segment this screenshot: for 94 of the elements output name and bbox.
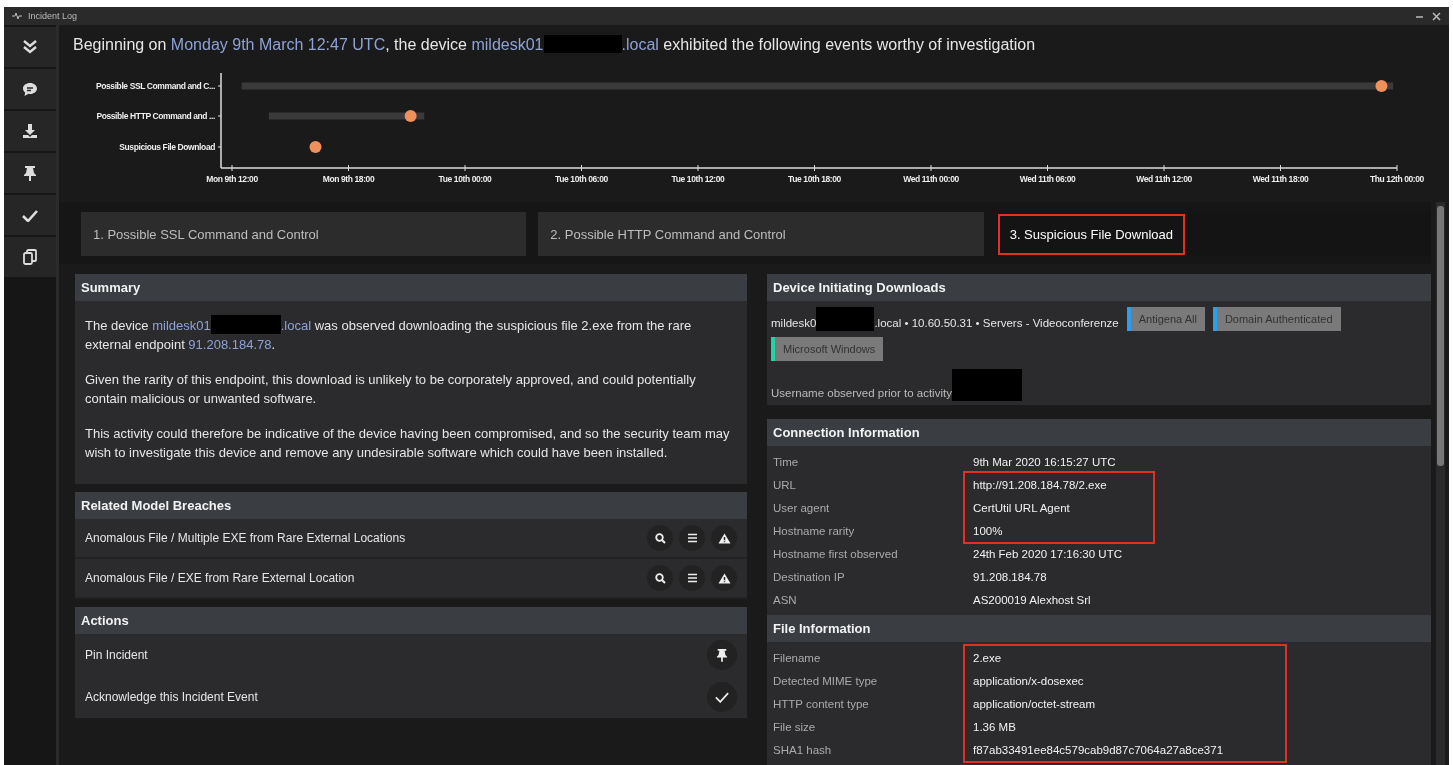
download-icon[interactable] — [22, 123, 38, 139]
breach-name: Anomalous File / EXE from Rare External Location — [85, 571, 355, 585]
field-value: http://91.208.184.78/2.exe — [973, 478, 1107, 491]
redaction-bar — [951, 369, 1022, 401]
field-value: f87ab33491ee84c579cab9d87c7064a27a8ce371 — [973, 743, 1224, 756]
double-chevron-down-icon[interactable] — [22, 39, 38, 55]
header-sentence: Beginning on Monday 9th March 12:47 UTC, the device mildesk01 .local exhibited the following events worthy of investigation — [73, 35, 1037, 54]
axis-tick-label: Wed 11th 06:00 — [1019, 174, 1076, 184]
summary-link[interactable]: mildesk01 — [152, 318, 211, 333]
axis-tick-label: Thu 12th 00:00 — [1370, 174, 1424, 184]
panel-title: Device Initiating Downloads — [773, 280, 946, 295]
pin-icon[interactable] — [23, 165, 37, 181]
incident-tab[interactable]: 1. Possible SSL Command and Control — [81, 212, 527, 256]
field-value: 100% — [973, 524, 1003, 537]
axis-tick-label: Wed 11th 12:00 — [1136, 174, 1192, 184]
comment-icon[interactable] — [22, 81, 38, 97]
field-value: 91.208.184.78 — [973, 570, 1047, 583]
incident-tab[interactable]: 2. Possible HTTP Command and Control — [538, 212, 984, 256]
panel-title: Actions — [81, 613, 129, 628]
summary-link[interactable]: 91.208.184.78 — [188, 337, 272, 352]
warning-button[interactable] — [711, 525, 737, 551]
list-icon — [686, 533, 698, 543]
field-label: Hostname rarity — [773, 524, 855, 537]
search-icon — [654, 532, 666, 544]
search-button[interactable] — [647, 525, 673, 551]
panel-title: Summary — [81, 280, 141, 295]
event-dot — [1375, 80, 1388, 92]
field-value: 1.36 MB — [973, 720, 1016, 733]
field-label: Detected MIME type — [773, 674, 878, 687]
summary-paragraph: Given the rarity of this endpoint, this download is unlikely to be corporately approved, and could potentially contain malicious or unwanted software. — [85, 371, 697, 408]
field-value: application/x-dosexec — [973, 674, 1084, 687]
window-icon — [12, 12, 22, 20]
summary-link[interactable]: .local — [280, 318, 312, 333]
field-label: HTTP content type — [773, 697, 869, 710]
field-value: application/octet-stream — [973, 697, 1096, 710]
summary-paragraph: This activity could therefore be indicative of the device having been compromised, and so the security team may wish to investigate this device and remove any undesirable software which could have been installed. — [85, 425, 731, 462]
scrollbar[interactable] — [1436, 202, 1445, 765]
field-label: Hostname first observed — [773, 547, 898, 560]
redaction-bar — [210, 315, 281, 334]
field-label: URL — [773, 478, 796, 491]
copy-icon[interactable] — [23, 249, 37, 265]
pin-icon — [716, 648, 728, 662]
field-label: SHA1 hash — [773, 743, 832, 756]
axis-tick-label: Tue 10th 18:00 — [788, 174, 841, 184]
field-value: AS200019 Alexhost Srl — [973, 593, 1091, 606]
panel-title: Connection Information — [773, 425, 920, 440]
list-button[interactable] — [679, 565, 705, 591]
username-line: Username observed prior to activity — [771, 369, 1022, 401]
summary-paragraph: The device mildesk01 .local was observed downloading the suspicious file 2.exe from the rare external endpoint 91.208.184.78. — [85, 315, 737, 354]
acknowledge-button[interactable] — [707, 682, 737, 712]
header-link[interactable]: Monday 9th March 12:47 UTC — [170, 36, 386, 53]
warning-button[interactable] — [711, 565, 737, 591]
axis-tick-label: Tue 10th 12:00 — [671, 174, 725, 184]
action-label: Acknowledge this Incident Event — [85, 690, 258, 704]
header-link[interactable]: mildesk01 — [471, 36, 544, 53]
header-link[interactable]: .local — [621, 36, 659, 53]
search-icon — [654, 572, 666, 584]
axis-tick-label: Tue 10th 00:00 — [438, 174, 492, 184]
redaction-bar — [816, 307, 875, 331]
axis-tick-label: Wed 11th 18:00 — [1252, 174, 1309, 184]
list-icon — [686, 573, 698, 583]
axis-tick-label: Tue 10th 06:00 — [555, 174, 608, 184]
search-button[interactable] — [647, 565, 673, 591]
field-value: 24th Feb 2020 17:16:30 UTC — [973, 547, 1122, 560]
field-label: Destination IP — [773, 570, 845, 583]
field-value: CertUtil URL Agent — [973, 501, 1070, 514]
timeline-row-label: Possible HTTP Command and ... — [96, 111, 215, 121]
axis-tick-label: Wed 11th 00:00 — [903, 174, 959, 184]
action-label: Pin Incident — [85, 648, 148, 662]
field-label: File size — [773, 720, 816, 733]
axis-tick-label: Mon 9th 18:00 — [322, 174, 375, 184]
list-button[interactable] — [679, 525, 705, 551]
field-label: Filename — [773, 651, 821, 664]
field-label: Time — [773, 455, 799, 468]
timeline-row-label: Possible SSL Command and C... — [95, 81, 215, 91]
check-icon — [715, 691, 729, 703]
warning-icon — [717, 532, 731, 544]
event-dot — [309, 141, 322, 153]
field-value: 9th Mar 2020 16:15:27 UTC — [973, 455, 1116, 468]
close-icon[interactable] — [1432, 11, 1441, 21]
warning-icon — [717, 572, 731, 584]
breach-name: Anomalous File / Multiple EXE from Rare External Locations — [85, 531, 406, 545]
check-icon[interactable] — [22, 208, 38, 222]
device-summary: mildesk0 .local • 10.60.50.31 • Servers - Videoconferenze — [771, 307, 1119, 331]
pin-button[interactable] — [707, 640, 737, 670]
field-label: User agent — [773, 501, 830, 514]
timeline-row-label: Suspicious File Download — [119, 142, 215, 152]
window-title: Incident Log — [28, 11, 79, 21]
field-label: ASN — [773, 593, 797, 606]
panel-title: File Information — [773, 621, 871, 636]
event-dot — [404, 110, 417, 122]
panel-title: Related Model Breaches — [81, 498, 232, 513]
field-value: 2.exe — [973, 651, 1002, 664]
axis-tick-label: Mon 9th 12:00 — [206, 174, 258, 184]
